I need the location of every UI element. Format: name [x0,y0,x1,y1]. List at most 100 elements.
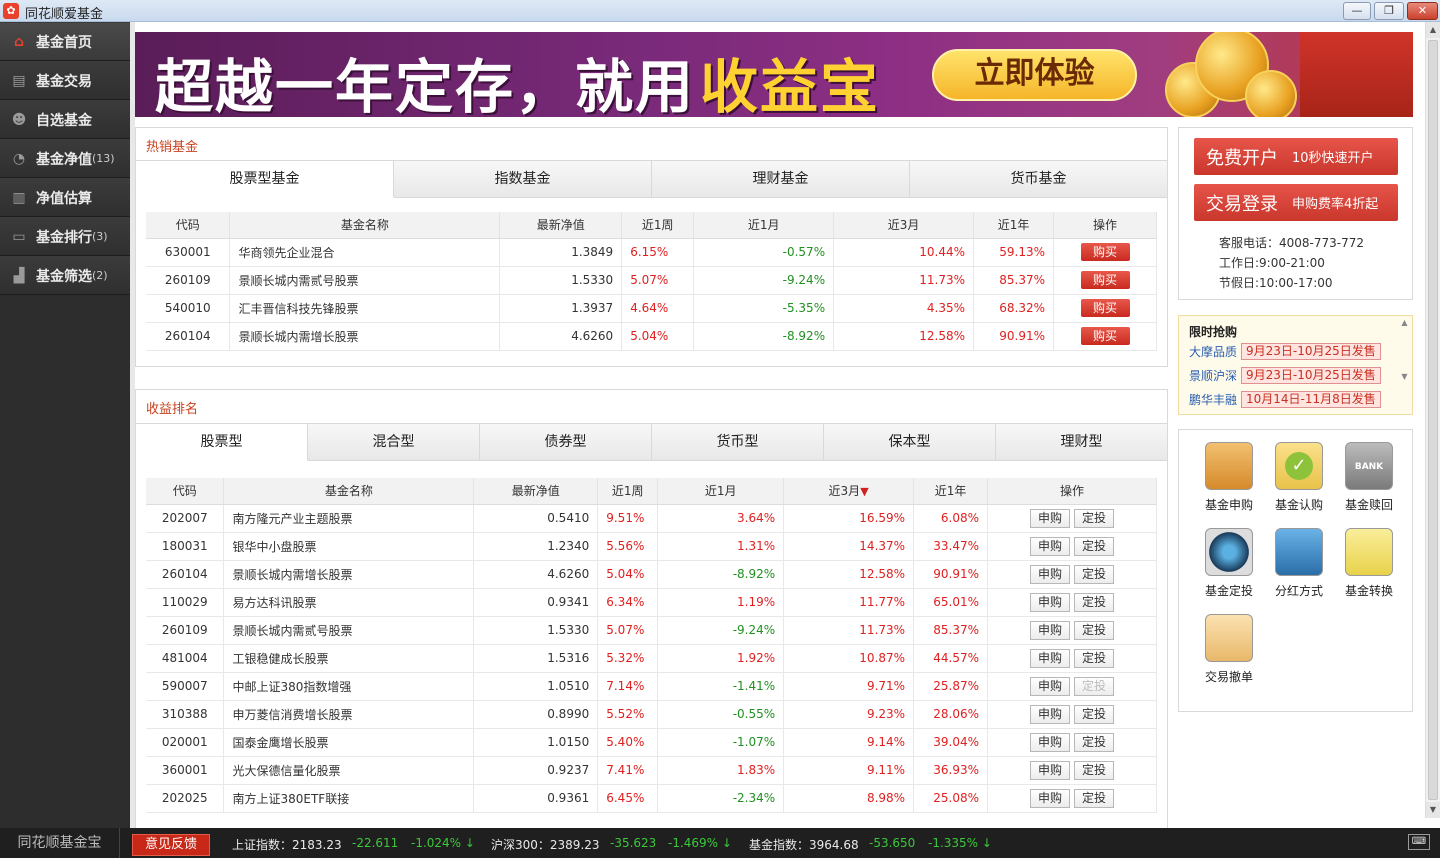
subscribe-button[interactable]: 申购 [1030,536,1071,556]
table-row[interactable]: 202025 南方上证380ETF联接 0.9361 6.45% -2.34% 8.98%… [146,784,1157,813]
sidebar: ⌂ 基金首页 ▤ 基金交易 ☻ 自选基金 ◔ 基金净值 (13) ▥ 净值估算 ▭ 基金排行(… [0,22,130,828]
table-row[interactable]: 481004 工银稳健成长股票 1.5316 5.32% 1.92% 10.87% 44.5… [146,644,1157,673]
sort-desc-icon: ▼ [860,485,869,499]
tab-hybrid[interactable]: 混合型 [308,423,480,460]
auto-invest-button[interactable]: 定投 [1074,648,1115,668]
tool-cancel-order[interactable]: 交易撤单 [1194,614,1264,685]
3month-return: 11.73% [783,616,915,645]
sidebar-item-home[interactable]: ⌂ 基金首页 [0,22,130,61]
workday-hours: 工作日:9:00-21:00 [1219,256,1325,270]
minimize-button[interactable]: — [1343,2,1371,20]
sidebar-item-ranking[interactable]: ▭ 基金排行 (3) [0,217,130,256]
sidebar-item-filter[interactable]: ▟ 基金筛选 (2) [0,256,130,295]
auto-invest-button[interactable]: 定投 [1074,564,1115,584]
table-row[interactable]: 260104 景顺长城内需增长股票 4.6260 5.04% -8.92% 12.58% 9… [146,322,1157,351]
auto-invest-button[interactable]: 定投 [1074,508,1115,528]
subscribe-button[interactable]: 申购 [1030,592,1071,612]
sidebar-item-count: (3) [92,230,108,243]
tool-auto-invest[interactable]: 基金定投 [1194,528,1264,599]
maximize-button[interactable]: ❐ [1374,2,1404,20]
subscribe-button[interactable]: 申购 [1030,732,1071,752]
close-button[interactable]: ✕ [1407,2,1438,20]
table-row[interactable]: 180031 银华中小盘股票 1.2340 5.56% 1.31% 14.37% 33.47… [146,532,1157,561]
table-row[interactable]: 360001 光大保德信量化股票 0.9237 7.41% 1.83% 9.11% 36.9… [146,756,1157,785]
sidebar-item-nav[interactable]: ◔ 基金净值 (13) [0,139,130,178]
open-account-button[interactable]: 免费开户 10秒快速开户 [1194,138,1398,175]
buy-button[interactable]: 购买 [1080,299,1130,317]
subscribe-button[interactable]: 申购 [1030,648,1071,668]
year-return: 65.01% [913,588,989,617]
subscribe-button[interactable]: 申购 [1030,788,1071,808]
limited-sale-item[interactable]: 鹏华丰融 10月14日-11月8日发售 [1189,391,1381,408]
tool-convert[interactable]: 基金转换 [1334,528,1404,599]
table-row[interactable]: 110029 易方达科讯股票 0.9341 6.34% 1.19% 11.77% 65.01… [146,588,1157,617]
tool-redeem[interactable]: BANK 基金赎回 [1334,442,1404,513]
banner-cta-button[interactable]: 立即体验 [932,49,1137,101]
table-row[interactable]: 202007 南方隆元产业主题股票 0.5410 9.51% 3.64% 16.59% 6.… [146,504,1157,533]
tab-guaranteed[interactable]: 保本型 [824,423,996,460]
subscribe-button[interactable]: 申购 [1030,508,1071,528]
scroll-up-icon[interactable]: ▲ [1426,22,1440,38]
limited-scroll-icon[interactable]: ▲ ▼ [1400,318,1409,412]
table-row[interactable]: 260109 景顺长城内需贰号股票 1.5330 5.07% -9.24% 11.73% 8… [146,266,1157,295]
col-name: 基金名称 [223,478,475,505]
table-row[interactable]: 260109 景顺长城内需贰号股票 1.5330 5.07% -9.24% 11.73% 8… [146,616,1157,645]
tab-wealth-fund[interactable]: 理财基金 [652,160,910,197]
tab-index-fund[interactable]: 指数基金 [394,160,652,197]
tab-stock-fund[interactable]: 股票型基金 [136,160,394,198]
auto-invest-button[interactable]: 定投 [1074,620,1115,640]
tab-money-fund[interactable]: 货币基金 [910,160,1167,197]
auto-invest-button[interactable]: 定投 [1074,536,1115,556]
subscribe-button[interactable]: 申购 [1030,676,1071,696]
auto-invest-button[interactable]: 定投 [1074,760,1115,780]
fund-name-link[interactable]: 鹏华丰融 [1189,391,1237,408]
main-scrollbar[interactable]: ▲ ▼ [1425,22,1440,818]
week-return: 7.14% [597,672,659,701]
fund-name: 景顺长城内需增长股票 [223,560,475,589]
tab-wealth[interactable]: 理财型 [996,423,1167,460]
table-row[interactable]: 590007 中邮上证380指数增强 1.0510 7.14% -1.41% 9.71% 2… [146,672,1157,701]
table-row[interactable]: 310388 申万菱信消费增长股票 0.8990 5.52% -0.55% 9.23% 28… [146,700,1157,729]
sidebar-item-trade[interactable]: ▤ 基金交易 [0,61,130,100]
limited-sale-item[interactable]: 景顺沪深 9月23日-10月25日发售 [1189,367,1381,384]
table-row[interactable]: 020001 国泰金鹰增长股票 1.0150 5.40% -1.07% 9.14% 39.0… [146,728,1157,757]
subscribe-button[interactable]: 申购 [1030,620,1071,640]
limited-sale-item[interactable]: 大摩品质 9月23日-10月25日发售 [1189,343,1381,360]
col-3month[interactable]: 近3月▼ [783,478,915,505]
fund-name-link[interactable]: 大摩品质 [1189,343,1237,360]
feedback-button[interactable]: 意见反馈 [132,834,210,856]
tool-subscribe[interactable]: 基金申购 [1194,442,1264,513]
auto-invest-button[interactable]: 定投 [1074,676,1115,696]
buy-button[interactable]: 购买 [1080,327,1130,345]
sidebar-item-estimate[interactable]: ▥ 净值估算 [0,178,130,217]
table-row[interactable]: 630001 华商领先企业混合 1.3849 6.15% -0.57% 10.44% 59.… [146,238,1157,267]
month-return: -2.34% [657,784,785,813]
trade-login-button[interactable]: 交易登录 申购费率4折起 [1194,184,1398,221]
auto-invest-button[interactable]: 定投 [1074,704,1115,724]
window-title: 同花顺爱基金 [25,7,104,22]
subscribe-button[interactable]: 申购 [1030,564,1071,584]
promo-banner[interactable]: 超越一年定存，就用 收益宝 立即体验 [135,32,1413,117]
sidebar-item-watchlist[interactable]: ☻ 自选基金 [0,100,130,139]
fund-name-link[interactable]: 景顺沪深 [1189,367,1237,384]
keyboard-icon[interactable]: ⌨ [1408,834,1430,850]
scroll-down-icon[interactable]: ▼ [1426,802,1440,818]
table-row[interactable]: 260104 景顺长城内需增长股票 4.6260 5.04% -8.92% 12.58% 9… [146,560,1157,589]
pie-icon: ◔ [12,150,26,167]
buy-button[interactable]: 购买 [1080,243,1130,261]
auto-invest-button[interactable]: 定投 [1074,788,1115,808]
tab-stock[interactable]: 股票型 [136,423,308,461]
subscribe-button[interactable]: 申购 [1030,760,1071,780]
tool-dividend[interactable]: 分红方式 [1264,528,1334,599]
tab-bond[interactable]: 债券型 [480,423,652,460]
fund-name: 汇丰晋信科技先锋股票 [229,294,501,323]
auto-invest-button[interactable]: 定投 [1074,732,1115,752]
tab-money[interactable]: 货币型 [652,423,824,460]
tool-purchase[interactable]: ✓ 基金认购 [1264,442,1334,513]
scroll-thumb[interactable] [1428,40,1438,800]
buy-button[interactable]: 购买 [1080,271,1130,289]
subscribe-button[interactable]: 申购 [1030,704,1071,724]
table-row[interactable]: 540010 汇丰晋信科技先锋股票 1.3937 4.64% -5.35% 4.35% 68… [146,294,1157,323]
sh-index-pct-value: -1.024% [411,836,462,850]
auto-invest-button[interactable]: 定投 [1074,592,1115,612]
